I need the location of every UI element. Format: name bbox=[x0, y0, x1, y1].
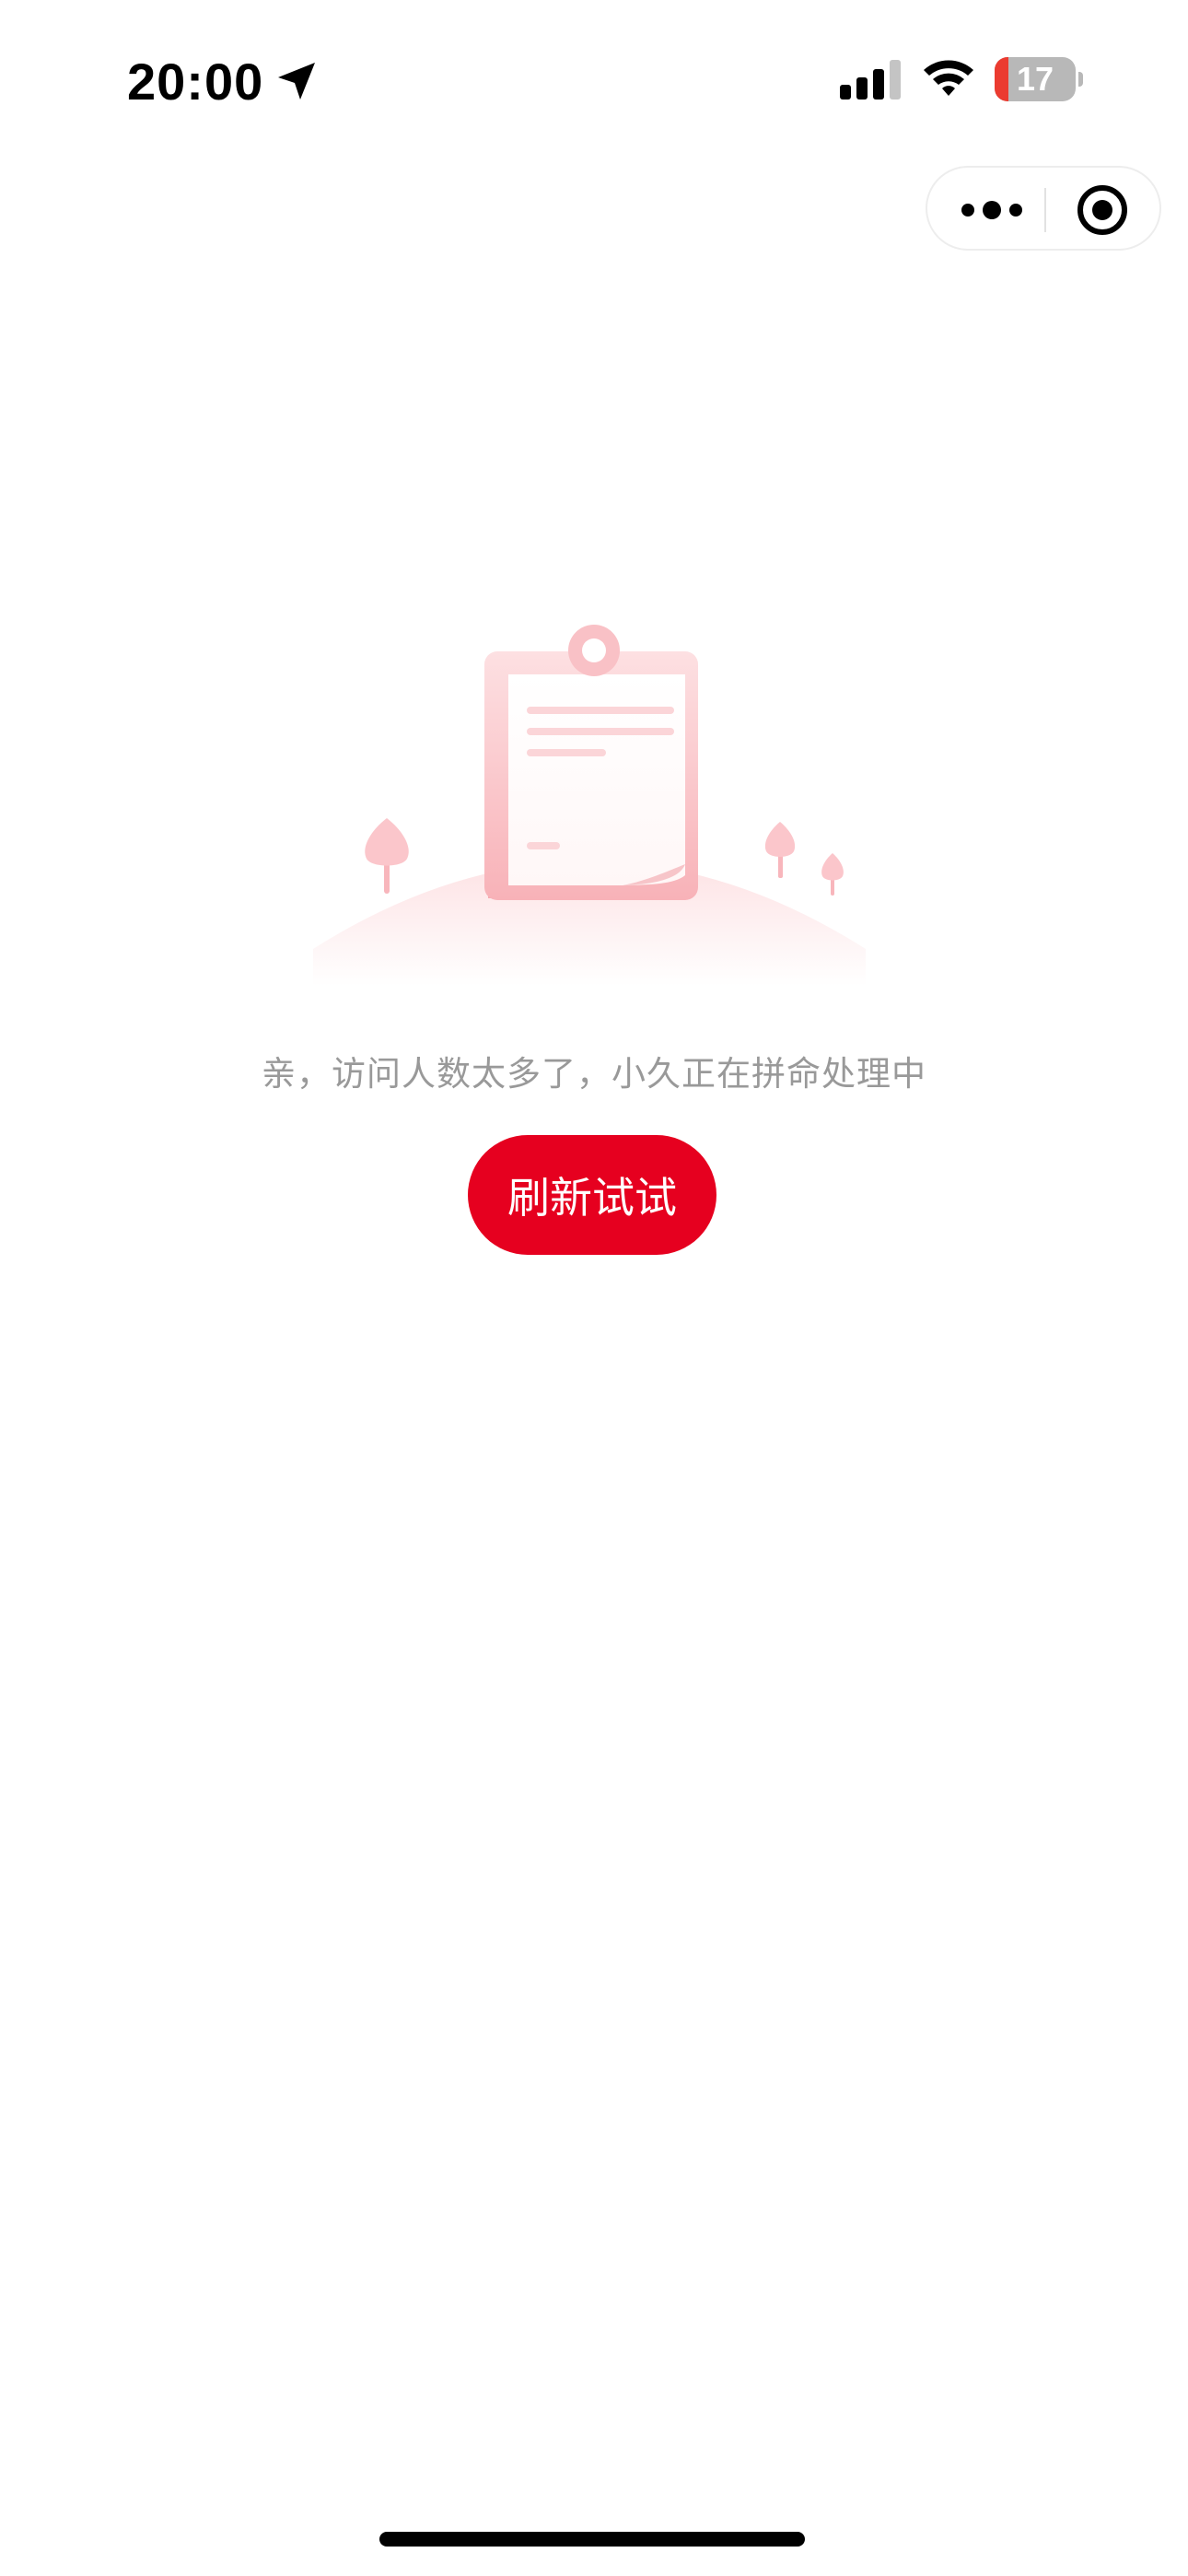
capsule-divider bbox=[1044, 188, 1046, 232]
battery-percentage: 17 bbox=[1016, 60, 1054, 98]
more-dots-icon[interactable] bbox=[955, 184, 1029, 236]
empty-clipboard-illustration bbox=[313, 625, 866, 986]
home-indicator[interactable] bbox=[379, 2532, 805, 2547]
location-arrow-icon bbox=[278, 63, 315, 100]
refresh-button[interactable]: 刷新试试 bbox=[468, 1135, 716, 1255]
wifi-icon bbox=[924, 60, 973, 96]
target-close-icon[interactable] bbox=[1075, 182, 1130, 238]
cellular-signal-icon bbox=[840, 60, 901, 100]
status-time: 20:00 bbox=[127, 52, 264, 111]
busy-message: 亲，访问人数太多了，小久正在拼命处理中 bbox=[262, 1054, 926, 1094]
battery-icon: 17 bbox=[995, 57, 1083, 101]
miniprogram-capsule bbox=[926, 166, 1161, 251]
